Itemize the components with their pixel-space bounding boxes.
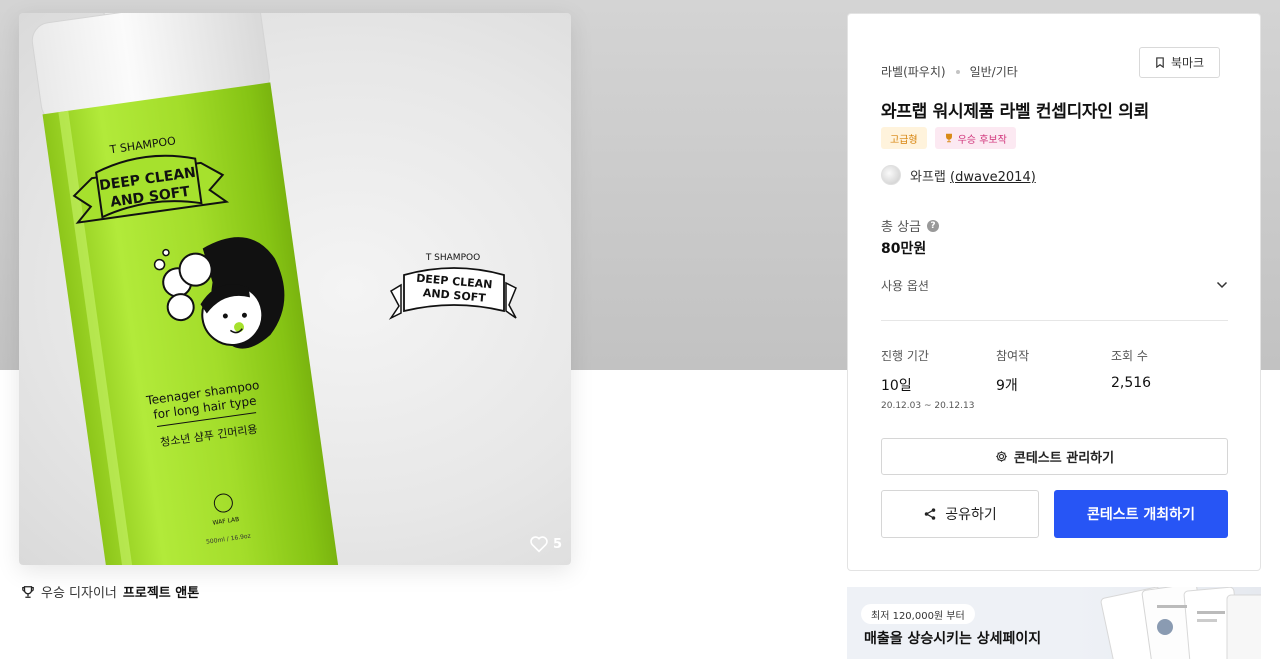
manage-contest-label: 콘테스트 관리하기 [1013, 451, 1115, 466]
divider [881, 320, 1228, 321]
like-count: 5 [552, 536, 562, 552]
bookmark-label: 북마크 [1170, 56, 1205, 70]
prize-label-text: 총 상금 [881, 220, 922, 235]
stat-value: 9개 [996, 378, 1018, 394]
category-breadcrumb: 라벨(파우치) 일반/기타 [881, 63, 1018, 80]
help-icon[interactable]: ? [927, 219, 940, 232]
contest-owner[interactable]: 와프랩 (dwave2014) [881, 165, 1036, 185]
badge-group: 고급형 우승 후보작 [881, 127, 1016, 149]
stat-label: 참여작 [996, 349, 1030, 363]
category-secondary[interactable]: 일반/기타 [970, 63, 1018, 80]
owner-name: 와프랩 [910, 169, 946, 185]
ad-price-pill: 최저 120,000원 부터 [861, 604, 975, 624]
ad-thumbnail-image [1100, 587, 1261, 659]
prize-value: 80만원 [881, 241, 927, 257]
trophy-icon [22, 585, 34, 598]
contest-info-panel: 라벨(파우치) 일반/기타 북마크 와프랩 워시제품 라벨 컨셉디자인 의뢰 고… [847, 13, 1261, 571]
stat-duration: 진행 기간 10일 20.12.03 ~ 20.12.13 [881, 347, 996, 411]
award-badge: 우승 후보작 [934, 127, 1016, 149]
host-contest-button[interactable]: 콘테스트 개최하기 [1054, 490, 1228, 538]
avatar [881, 165, 901, 185]
label-sticker: T SHAMPOO DEEP CLEAN AND SOFT [388, 253, 517, 320]
svg-text:T SHAMPOO: T SHAMPOO [425, 253, 480, 263]
prize-label: 총 상금 ? [881, 216, 940, 235]
share-label: 공유하기 [945, 507, 997, 523]
grade-badge: 고급형 [881, 127, 927, 149]
breadcrumb-separator [955, 69, 960, 74]
options-label: 사용 옵션 [881, 278, 929, 293]
heart-icon [530, 536, 548, 553]
winner-name[interactable]: 프로젝트 앤톤 [123, 582, 199, 601]
stat-date-range: 20.12.03 ~ 20.12.13 [881, 401, 975, 411]
manage-contest-button[interactable]: 콘테스트 관리하기 [881, 438, 1228, 475]
stat-label: 진행 기간 [881, 349, 929, 363]
share-icon [924, 508, 936, 520]
like-counter[interactable]: 5 [529, 535, 562, 553]
winner-prefix: 우승 디자이너 [41, 586, 117, 601]
contest-title: 와프랩 워시제품 라벨 컨셉디자인 의뢰 [881, 102, 1149, 122]
contest-stats: 진행 기간 10일 20.12.03 ~ 20.12.13 참여작 9개 조회 … [881, 347, 1228, 411]
chevron-down-icon [1216, 281, 1228, 289]
ad-headline: 매출을 상승시키는 상세페이지 [864, 631, 1042, 647]
award-badge-label: 우승 후보작 [957, 134, 1007, 146]
stat-value: 10일 [881, 378, 912, 394]
bookmark-button[interactable]: 북마크 [1139, 47, 1220, 78]
product-image[interactable]: T SHAMPOO DEEP CLEAN AND SOFT Teenager s… [19, 13, 571, 565]
stat-entries: 참여작 9개 [996, 347, 1111, 411]
winner-designer: 우승 디자이너 프로젝트 앤톤 [21, 582, 199, 601]
trophy-icon [945, 133, 952, 143]
gear-icon [996, 451, 1007, 462]
stat-views: 조회 수 2,516 [1111, 347, 1226, 411]
shampoo-bottle-illustration: T SHAMPOO DEEP CLEAN AND SOFT Teenager s… [31, 13, 517, 565]
bookmark-icon [1156, 57, 1164, 68]
category-primary[interactable]: 라벨(파우치) [881, 63, 946, 80]
ad-banner[interactable]: 최저 120,000원 부터 매출을 상승시키는 상세페이지 [847, 587, 1261, 659]
options-dropdown[interactable]: 사용 옵션 [881, 274, 1228, 296]
stat-label: 조회 수 [1111, 349, 1148, 363]
stat-value: 2,516 [1111, 375, 1152, 391]
share-button[interactable]: 공유하기 [881, 490, 1039, 538]
owner-handle[interactable]: (dwave2014) [950, 170, 1036, 185]
